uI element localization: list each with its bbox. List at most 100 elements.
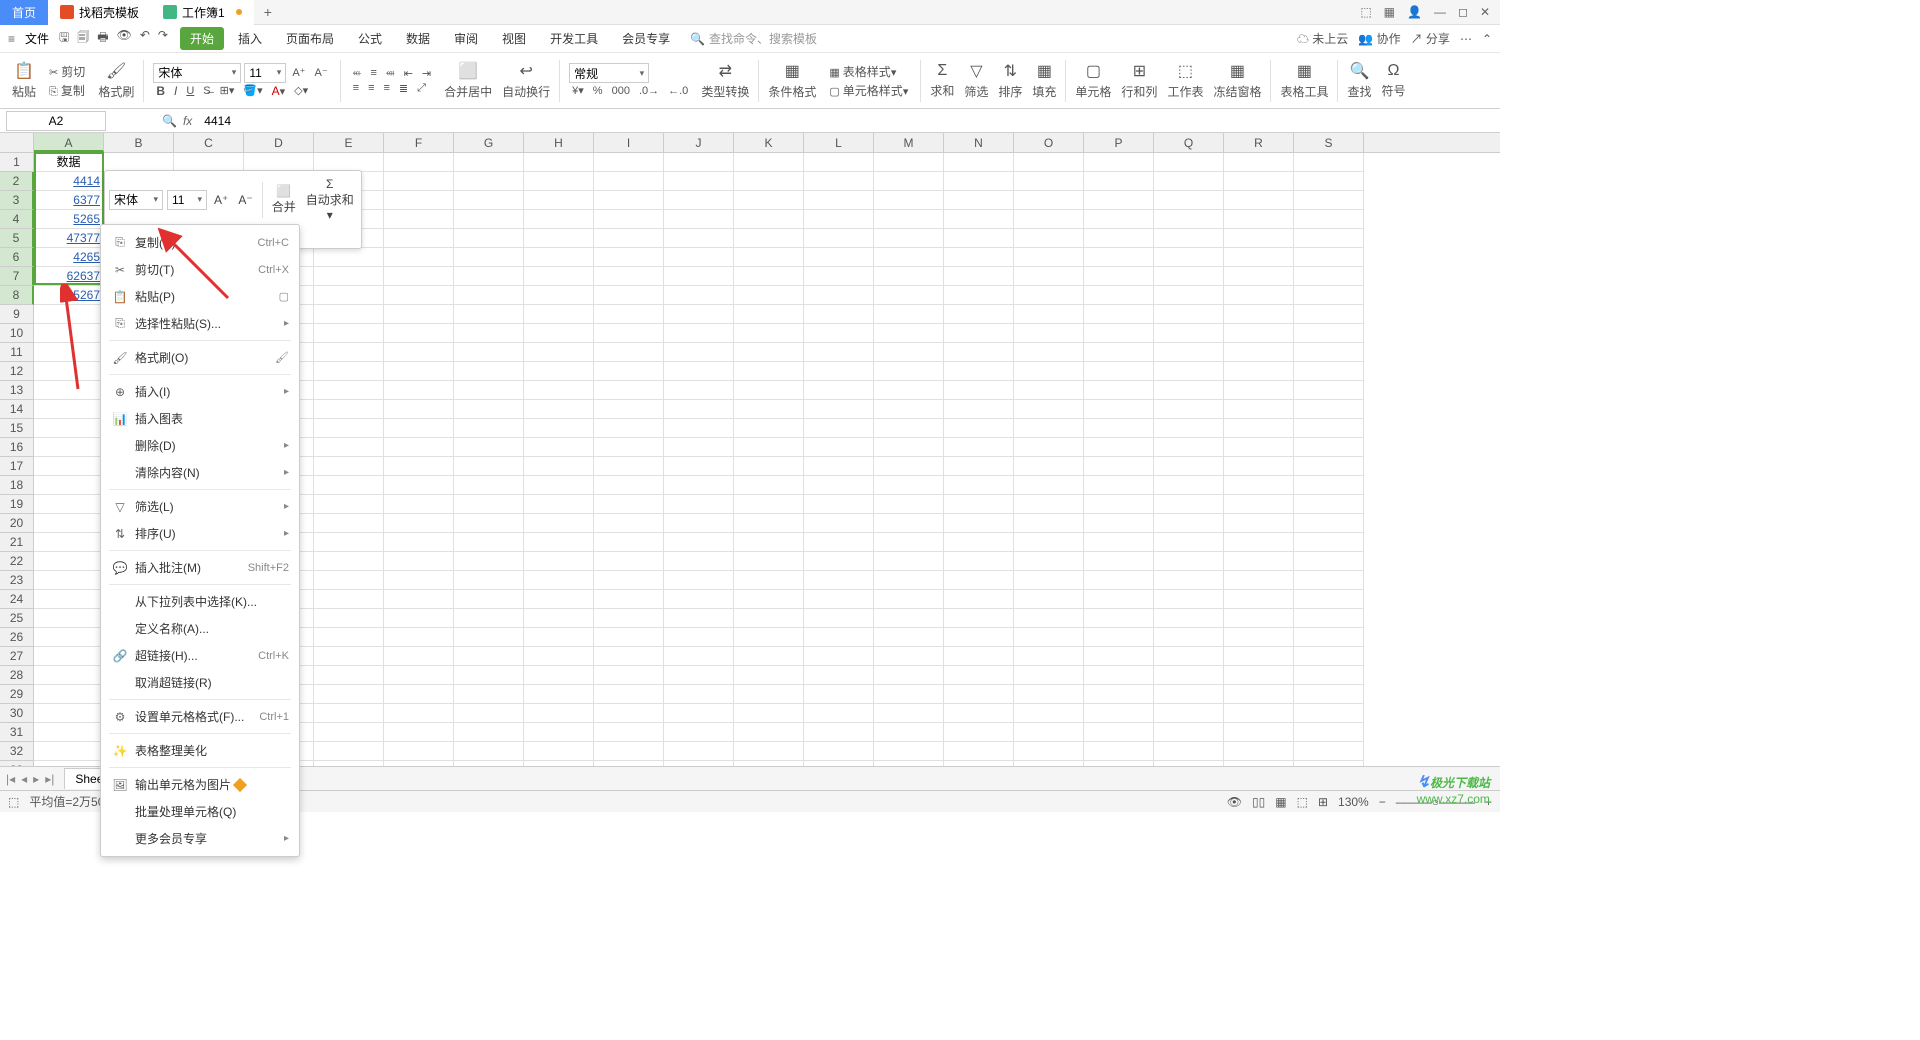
cell[interactable] xyxy=(804,590,874,609)
cell[interactable] xyxy=(664,324,734,343)
cell[interactable] xyxy=(314,381,384,400)
cell[interactable] xyxy=(454,362,524,381)
cell[interactable] xyxy=(944,381,1014,400)
cell[interactable] xyxy=(384,343,454,362)
cell[interactable] xyxy=(804,324,874,343)
cell[interactable] xyxy=(594,191,664,210)
cell[interactable] xyxy=(594,552,664,571)
filter-button[interactable]: ▽筛选 xyxy=(960,59,992,102)
cell[interactable] xyxy=(1084,742,1154,761)
mini-font-decrease-icon[interactable]: A⁻ xyxy=(235,191,255,209)
cell[interactable] xyxy=(314,286,384,305)
cell[interactable] xyxy=(944,172,1014,191)
col-header[interactable]: M xyxy=(874,133,944,152)
cell[interactable] xyxy=(524,495,594,514)
cell[interactable] xyxy=(944,647,1014,666)
cell[interactable] xyxy=(804,685,874,704)
zoom-value[interactable]: 130% xyxy=(1338,795,1369,809)
tab-home[interactable]: 首页 xyxy=(0,0,48,25)
cell[interactable] xyxy=(384,286,454,305)
cell[interactable] xyxy=(454,666,524,685)
cell[interactable] xyxy=(1294,286,1364,305)
col-header[interactable]: Q xyxy=(1154,133,1224,152)
cell[interactable] xyxy=(1154,628,1224,647)
cell[interactable] xyxy=(804,362,874,381)
expand-icon[interactable]: ⌃ xyxy=(1482,32,1492,46)
row-header[interactable]: 25 xyxy=(0,609,34,628)
cell[interactable] xyxy=(874,571,944,590)
cell[interactable] xyxy=(874,210,944,229)
cell[interactable] xyxy=(664,362,734,381)
cell[interactable] xyxy=(1154,248,1224,267)
col-header[interactable]: R xyxy=(1224,133,1294,152)
cell[interactable] xyxy=(944,286,1014,305)
cell[interactable] xyxy=(524,381,594,400)
cell[interactable] xyxy=(1084,590,1154,609)
cell[interactable] xyxy=(664,685,734,704)
cell[interactable] xyxy=(1014,609,1084,628)
cell[interactable] xyxy=(734,685,804,704)
row-header[interactable]: 18 xyxy=(0,476,34,495)
cell[interactable] xyxy=(874,400,944,419)
cell[interactable]: 4265 xyxy=(34,248,104,267)
cell[interactable] xyxy=(1154,191,1224,210)
cell[interactable] xyxy=(1014,647,1084,666)
ctx-export-image[interactable]: 🖼输出单元格为图片 xyxy=(101,771,299,798)
cell[interactable] xyxy=(524,609,594,628)
row-header[interactable]: 24 xyxy=(0,590,34,609)
cell[interactable] xyxy=(524,343,594,362)
cell[interactable] xyxy=(944,476,1014,495)
cell[interactable] xyxy=(734,267,804,286)
cell[interactable] xyxy=(1224,419,1294,438)
table-tools-button[interactable]: ▦表格工具 xyxy=(1276,59,1332,102)
cell[interactable] xyxy=(1224,210,1294,229)
cell[interactable] xyxy=(454,590,524,609)
cell[interactable] xyxy=(524,666,594,685)
cell[interactable] xyxy=(1294,533,1364,552)
cell[interactable] xyxy=(524,742,594,761)
fx-icon[interactable]: fx xyxy=(183,114,192,128)
cell[interactable] xyxy=(804,381,874,400)
cell[interactable] xyxy=(524,362,594,381)
cell[interactable] xyxy=(874,552,944,571)
cell[interactable] xyxy=(1154,609,1224,628)
ctx-define-name[interactable]: 定义名称(A)... xyxy=(101,615,299,642)
cell[interactable] xyxy=(454,723,524,742)
cell[interactable] xyxy=(874,514,944,533)
cell[interactable] xyxy=(1014,533,1084,552)
row-header[interactable]: 13 xyxy=(0,381,34,400)
cell[interactable] xyxy=(874,153,944,172)
cell[interactable] xyxy=(1294,343,1364,362)
cell[interactable] xyxy=(1294,742,1364,761)
cell[interactable] xyxy=(664,248,734,267)
cell[interactable] xyxy=(594,476,664,495)
cell[interactable] xyxy=(1014,191,1084,210)
row-header[interactable]: 10 xyxy=(0,324,34,343)
cell[interactable] xyxy=(34,685,104,704)
col-header[interactable]: I xyxy=(594,133,664,152)
cell[interactable] xyxy=(804,210,874,229)
cell[interactable] xyxy=(1294,609,1364,628)
cell[interactable] xyxy=(384,552,454,571)
cell[interactable] xyxy=(594,248,664,267)
cell[interactable] xyxy=(874,704,944,723)
find-button[interactable]: 🔍查找 xyxy=(1343,59,1375,102)
cell[interactable] xyxy=(664,210,734,229)
cell[interactable] xyxy=(1294,305,1364,324)
cell[interactable] xyxy=(454,153,524,172)
cell[interactable] xyxy=(734,438,804,457)
row-header[interactable]: 19 xyxy=(0,495,34,514)
wrap-button[interactable]: ↩自动换行 xyxy=(498,59,554,102)
cell[interactable] xyxy=(1084,552,1154,571)
cell[interactable] xyxy=(34,381,104,400)
col-header[interactable]: K xyxy=(734,133,804,152)
col-header-a[interactable]: A xyxy=(34,133,104,152)
ctx-insert-chart[interactable]: 📊插入图表 xyxy=(101,405,299,432)
cell[interactable] xyxy=(1154,476,1224,495)
cell[interactable] xyxy=(734,324,804,343)
cell[interactable] xyxy=(524,153,594,172)
cell[interactable]: 数据 xyxy=(34,153,104,172)
cell[interactable] xyxy=(1224,248,1294,267)
cell[interactable] xyxy=(874,362,944,381)
row-header[interactable]: 21 xyxy=(0,533,34,552)
